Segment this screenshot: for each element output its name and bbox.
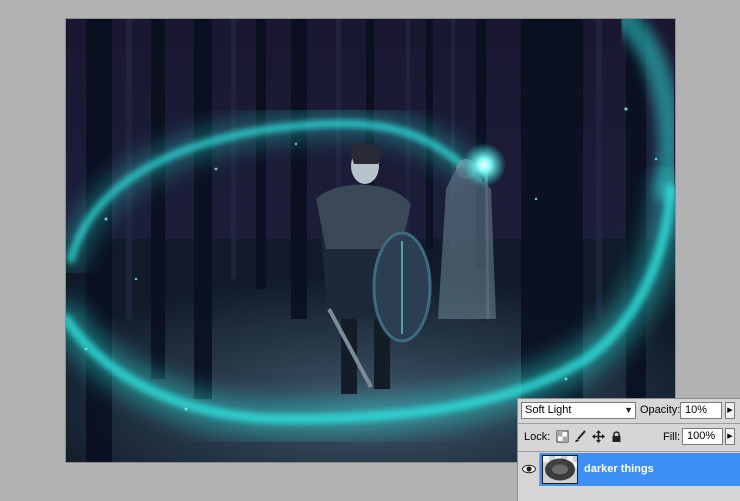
fill-slider-button[interactable]: ▶ <box>725 428 735 445</box>
layer-thumbnail <box>542 455 578 484</box>
fill-label: Fill: <box>663 431 681 443</box>
layer-visibility-toggle[interactable] <box>518 453 540 486</box>
layer-name: darker things <box>584 463 654 475</box>
eye-icon <box>522 464 536 474</box>
opacity-label: Opacity: <box>640 404 681 416</box>
panel-divider <box>518 451 740 452</box>
fill-field[interactable]: 100% <box>682 428 723 445</box>
layer-selected-highlight[interactable]: darker things <box>540 453 740 486</box>
opacity-field[interactable]: 10% <box>680 402 722 419</box>
lock-position-icon[interactable] <box>592 430 605 443</box>
blend-mode-select[interactable]: Soft Light ▼ <box>521 402 636 419</box>
opacity-slider-button[interactable]: ▶ <box>725 402 735 419</box>
layers-panel: Soft Light ▼ Opacity: 10% ▶ Lock: Fill: … <box>517 398 740 501</box>
chevron-down-icon: ▼ <box>624 405 633 415</box>
document-canvas[interactable] <box>66 19 675 462</box>
lock-all-icon[interactable] <box>610 430 623 443</box>
triangle-right-icon: ▶ <box>727 433 733 440</box>
blend-mode-value: Soft Light <box>525 404 572 416</box>
triangle-right-icon: ▶ <box>727 407 733 414</box>
lock-transparent-pixels-icon[interactable] <box>556 430 569 443</box>
layers-blend-row: Soft Light ▼ Opacity: 10% ▶ <box>518 399 740 423</box>
artwork-image <box>66 19 675 462</box>
layers-lock-row: Lock: Fill: 100% ▶ <box>518 424 740 450</box>
layer-row[interactable]: darker things <box>518 453 740 486</box>
lock-label: Lock: <box>524 431 551 443</box>
lock-image-pixels-icon[interactable] <box>574 430 587 443</box>
